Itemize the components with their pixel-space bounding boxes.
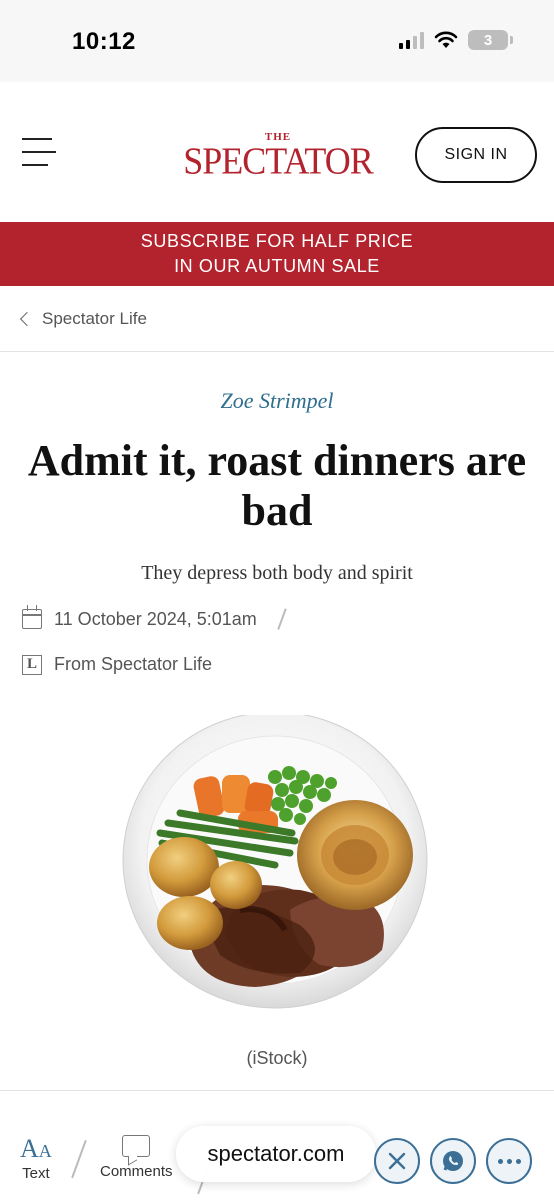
status-bar: 10:12 3: [0, 0, 554, 82]
comments-button[interactable]: Comments: [100, 1135, 173, 1180]
banner-line-1: SUBSCRIBE FOR HALF PRICE: [140, 231, 414, 251]
article-date-row: 11 October 2024, 5:01am: [22, 605, 287, 630]
status-time: 10:12: [72, 28, 136, 55]
calendar-icon: [22, 605, 42, 629]
toolbar-separator: [71, 1139, 87, 1179]
spectator-life-icon: L: [22, 654, 42, 675]
comments-button-label: Comments: [100, 1163, 173, 1180]
article-headline: Admit it, roast dinners are bad: [27, 436, 527, 535]
status-icons: 3: [399, 30, 513, 50]
whatsapp-icon: [443, 1151, 463, 1171]
more-icon: [497, 1158, 521, 1164]
author-link[interactable]: Zoe Strimpel: [0, 388, 554, 414]
share-x-button[interactable]: [374, 1138, 420, 1184]
menu-icon[interactable]: [22, 138, 58, 168]
comment-icon: [122, 1135, 151, 1157]
text-size-button[interactable]: AA Text: [20, 1134, 52, 1183]
sign-in-button[interactable]: SIGN IN: [415, 127, 537, 183]
breadcrumb-label: Spectator Life: [42, 308, 147, 328]
spectator-logo[interactable]: THE SPECTATOR: [178, 132, 378, 180]
article-source-row[interactable]: L From Spectator Life: [22, 654, 212, 675]
separator: [277, 608, 287, 630]
site-header: THE SPECTATOR SIGN IN: [0, 82, 554, 222]
article-source: From Spectator Life: [54, 654, 213, 674]
breadcrumb[interactable]: Spectator Life: [0, 286, 554, 352]
article-standfirst: They depress both body and spirit: [141, 562, 413, 584]
wifi-icon: [434, 31, 458, 48]
share-more-button[interactable]: [486, 1138, 532, 1184]
article-hero-image[interactable]: [0, 715, 554, 1045]
chevron-left-icon: [19, 311, 35, 326]
text-size-icon: AA: [20, 1134, 52, 1163]
banner-line-2: IN OUR AUTUMN SALE: [174, 256, 380, 276]
subscribe-banner[interactable]: SUBSCRIBE FOR HALF PRICE IN OUR AUTUMN S…: [0, 222, 554, 286]
signal-icon: [399, 31, 424, 49]
text-button-label: Text: [22, 1165, 50, 1182]
battery-icon: 3: [468, 30, 513, 50]
url-bar[interactable]: spectator.com: [176, 1126, 376, 1182]
x-icon: [388, 1152, 406, 1170]
image-caption: (iStock): [246, 1048, 308, 1068]
logo-main: SPECTATOR: [183, 140, 374, 182]
share-whatsapp-button[interactable]: [430, 1138, 476, 1184]
article-date: 11 October 2024, 5:01am: [54, 608, 257, 629]
